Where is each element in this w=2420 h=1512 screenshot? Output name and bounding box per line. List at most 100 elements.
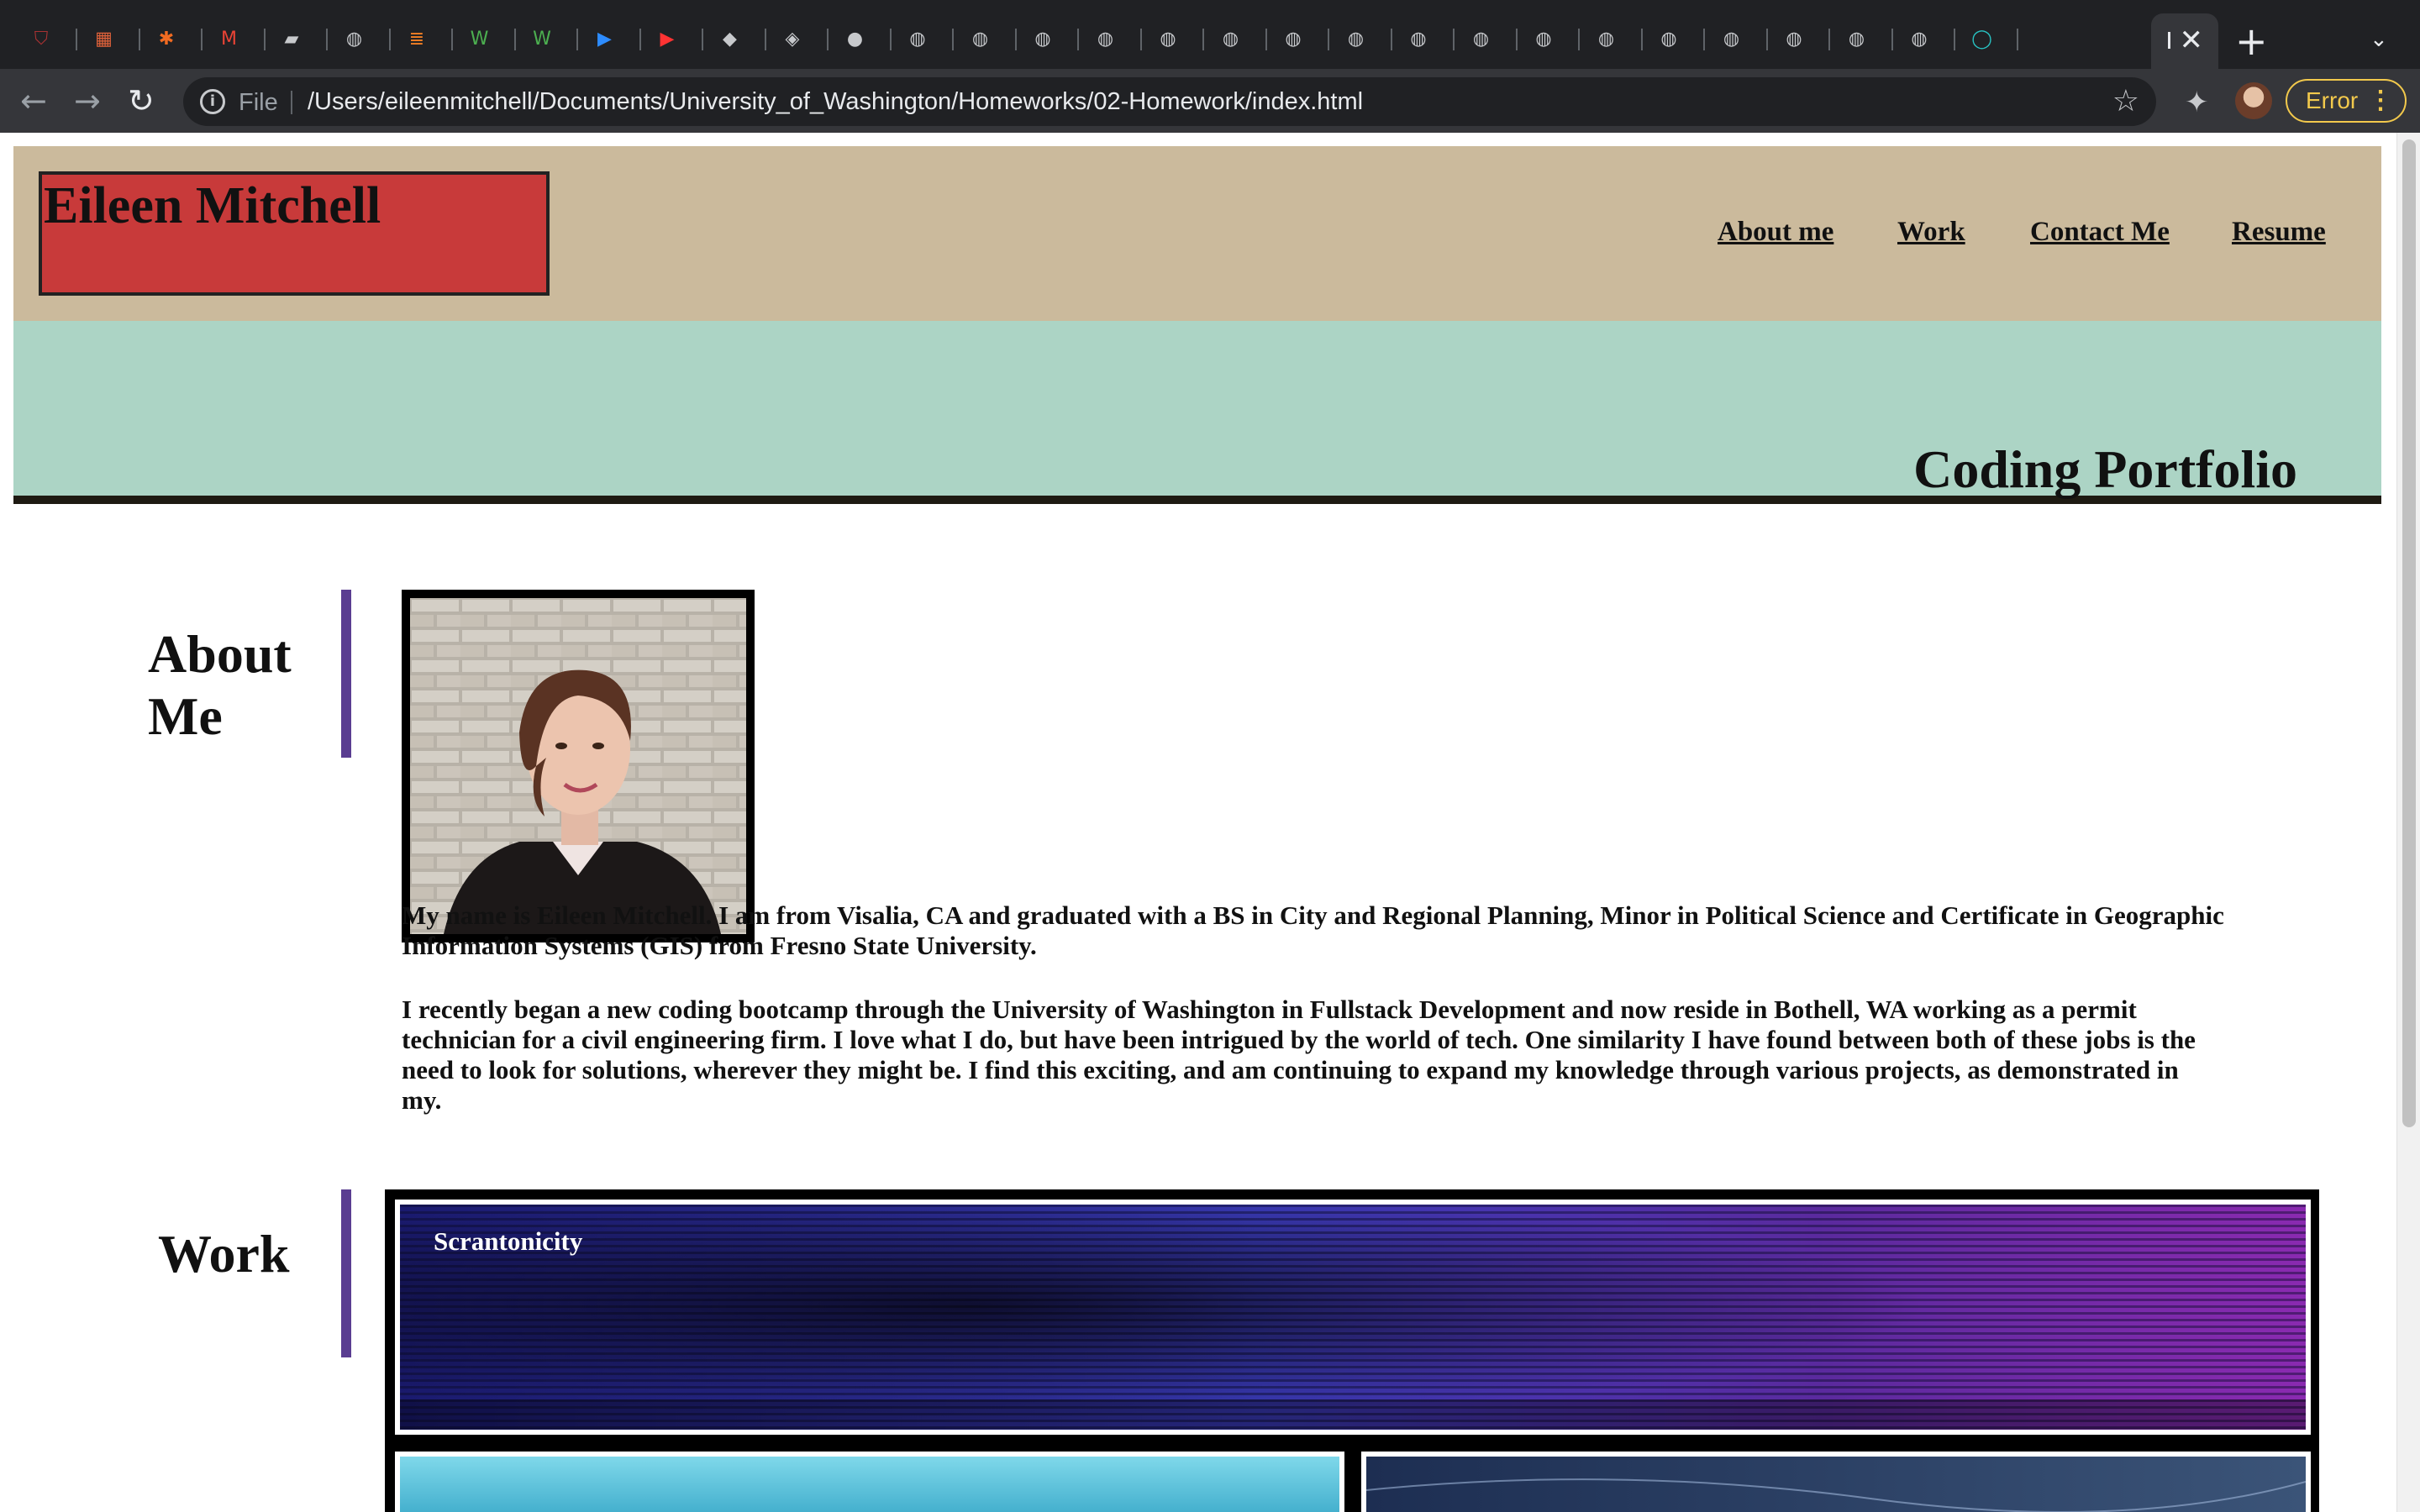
globe-icon[interactable]: ◍ (1529, 25, 1558, 54)
bird-icon[interactable]: ◆ (716, 25, 744, 54)
globe-icon[interactable]: ◍ (966, 25, 995, 54)
scrollbar-thumb[interactable] (2402, 139, 2416, 1127)
profile-error-button[interactable]: Error ⋮ (2286, 79, 2407, 123)
project-card-2[interactable] (395, 1452, 1344, 1512)
tab-separator (138, 29, 140, 50)
tab-separator (576, 29, 578, 50)
globe-icon[interactable]: ◍ (1092, 25, 1120, 54)
project-title: Scrantonicity (434, 1226, 583, 1256)
new-tab-button[interactable]: + (2235, 18, 2268, 64)
globe-icon[interactable]: ◍ (1467, 25, 1496, 54)
tab-search-chevron-icon[interactable]: ⌄ (2370, 27, 2388, 52)
tab-separator (1703, 29, 1705, 50)
notebook-icon[interactable]: ▰ (277, 25, 306, 54)
tab-separator (889, 29, 892, 50)
about-paragraph-1: My name is Eileen Mitchell. I am from Vi… (402, 900, 2224, 960)
browser-toolbar: ← → ↻ i File /Users/eileenmitchell/Docum… (0, 69, 2420, 133)
bookmark-star-icon[interactable]: ☆ (2112, 84, 2139, 118)
project-card-3[interactable] (1361, 1452, 2311, 1512)
circle-icon[interactable]: ◯ (1968, 25, 1996, 54)
logo-box[interactable]: Eileen Mitchell (39, 171, 550, 296)
tab-separator (76, 29, 77, 50)
globe-icon[interactable]: ◍ (1028, 25, 1057, 54)
site-logo: Eileen Mitchell (44, 177, 381, 234)
profile-photo-image (410, 598, 746, 934)
extensions-puzzle-icon[interactable]: ✦ (2185, 86, 2209, 119)
web-page: Eileen Mitchell About me Work Contact Me… (0, 133, 2396, 1512)
work-heading: Work (158, 1224, 290, 1284)
about-section-bar (341, 590, 351, 758)
project-card-scrantonicity[interactable]: Scrantonicity (395, 1200, 2311, 1435)
globe-icon[interactable]: ◍ (1780, 25, 1808, 54)
globe-icon[interactable]: ◍ (1217, 25, 1245, 54)
w-icon[interactable]: W (466, 25, 494, 54)
tab-separator (702, 29, 703, 50)
globe-icon[interactable]: ◍ (1843, 25, 1871, 54)
tab-separator (1578, 29, 1580, 50)
nav-resume[interactable]: Resume (2232, 217, 2326, 248)
nav-about-me[interactable]: About me (1718, 217, 1833, 248)
profile-photo (410, 598, 746, 934)
globe-icon[interactable]: ◍ (1279, 25, 1307, 54)
info-icon[interactable]: i (200, 89, 225, 114)
tab-separator (1515, 29, 1518, 50)
back-arrow-icon[interactable]: ← (20, 84, 47, 118)
globe-icon[interactable]: ◍ (1718, 25, 1746, 54)
youtube-icon[interactable]: ▶ (653, 25, 681, 54)
url-text[interactable]: /Users/eileenmitchell/Documents/Universi… (308, 88, 1363, 116)
hero-title: Coding Portfolio (1913, 439, 2297, 499)
tab-separator (1640, 29, 1643, 50)
tab-separator (326, 29, 328, 50)
address-bar[interactable]: i File /Users/eileenmitchell/Documents/U… (183, 77, 2156, 126)
forward-arrow-icon[interactable]: → (74, 84, 101, 118)
browser-tab-strip: ⛉ ▦ ✱ M ▰ ◍ ≣ W W ▶ ▶ ◆ ◈ ● ◍ ◍ ◍ ◍ ◍ ◍ ◍ ◍ ◍ ◍ ◍ ◍ ◍ ◍ ◍ ◍ ◍ ◯ ✕ + ⌄ (0, 0, 2420, 69)
tab-separator (639, 29, 641, 50)
tab-separator (451, 29, 453, 50)
address-divider (291, 91, 292, 114)
about-heading: About Me (148, 624, 292, 746)
app-icon[interactable]: ▦ (90, 25, 118, 54)
tab-separator (1014, 29, 1017, 50)
about-paragraph-2: I recently began a new coding bootcamp t… (402, 995, 2196, 1115)
site-header: Eileen Mitchell About me Work Contact Me… (13, 146, 2381, 321)
gmail-icon[interactable]: M (215, 25, 244, 54)
stackoverflow-icon[interactable]: ≣ (402, 25, 431, 54)
globe-icon[interactable]: ◍ (1655, 25, 1683, 54)
globe-icon[interactable]: ◍ (1154, 25, 1182, 54)
globe-icon[interactable]: ◍ (1905, 25, 1933, 54)
zoom-icon[interactable]: ▶ (591, 25, 619, 54)
close-tab-icon[interactable]: ✕ (2180, 24, 2204, 57)
tab-separator (388, 29, 391, 50)
error-label: Error (2306, 87, 2359, 113)
tab-separator (513, 29, 516, 50)
globe-icon[interactable]: ◍ (340, 25, 369, 54)
globe-icon[interactable]: ◍ (903, 25, 932, 54)
tab-separator (827, 29, 829, 50)
box-icon[interactable]: ◈ (778, 25, 807, 54)
nav-work[interactable]: Work (1897, 217, 1965, 248)
tab-separator (1453, 29, 1455, 50)
globe-icon[interactable]: ◍ (1404, 25, 1433, 54)
tab-separator (1954, 29, 1955, 50)
tab-separator (1139, 29, 1142, 50)
tab-separator (1077, 29, 1079, 50)
tab-separator (1202, 29, 1204, 50)
nav-contact-me[interactable]: Contact Me (2030, 217, 2170, 248)
tab-separator (1328, 29, 1329, 50)
github-icon[interactable]: ● (841, 25, 870, 54)
profile-avatar[interactable] (2235, 82, 2272, 119)
page-scrollbar[interactable] (2396, 133, 2420, 1512)
w-icon[interactable]: W (528, 25, 556, 54)
reload-icon[interactable]: ↻ (128, 84, 155, 118)
tab-separator (1828, 29, 1830, 50)
globe-icon[interactable]: ◍ (1592, 25, 1621, 54)
active-tab[interactable]: ✕ (2151, 13, 2218, 69)
tab-separator (263, 29, 266, 50)
tab-separator (2016, 29, 2018, 50)
tab-separator (764, 29, 766, 50)
menu-kebab-icon[interactable]: ⋮ (2368, 81, 2393, 121)
tab-separator (1765, 29, 1768, 50)
globe-icon[interactable]: ◍ (1342, 25, 1370, 54)
asterisk-icon[interactable]: ✱ (152, 25, 181, 54)
shield-icon[interactable]: ⛉ (27, 25, 55, 54)
